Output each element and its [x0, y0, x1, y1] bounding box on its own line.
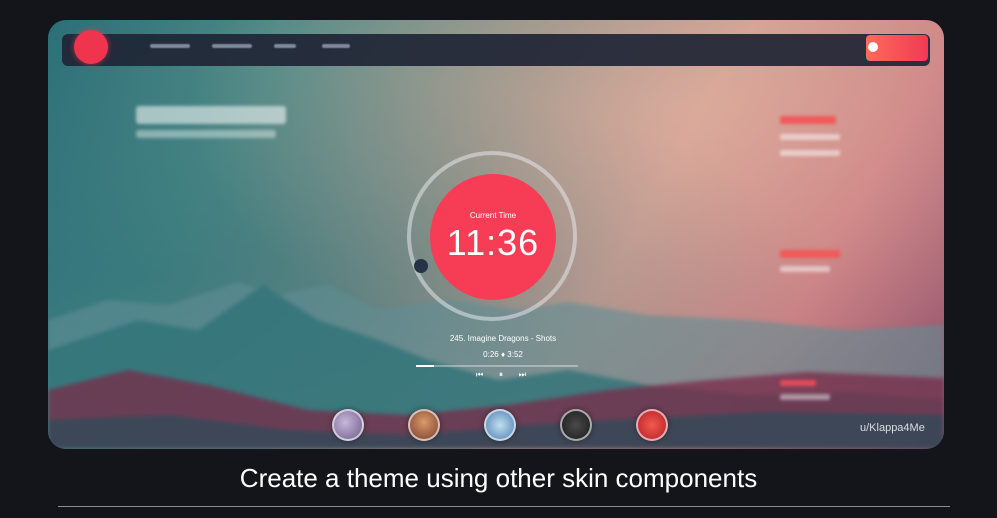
side-heading-blur	[780, 250, 840, 258]
side-panel-upper	[780, 116, 840, 156]
side-row-blur	[780, 134, 840, 140]
nav-link-3[interactable]	[274, 44, 296, 48]
nav-link-1[interactable]	[150, 44, 190, 48]
author-watermark: u/Klappa4Me	[860, 422, 925, 434]
clock-label: Current Time	[469, 211, 517, 220]
clock-face: Current Time 11:36	[430, 174, 556, 300]
side-panel-lower	[780, 380, 830, 400]
side-heading-blur	[780, 380, 816, 386]
nav-link-4[interactable]	[322, 44, 350, 48]
theme-preview: Current Time 11:36 245. Imagine Dragons …	[48, 20, 944, 449]
elapsed-time: 0:26	[483, 350, 499, 359]
track-progress-fill	[416, 365, 434, 367]
side-row-blur	[780, 266, 830, 272]
side-heading-blur	[780, 116, 836, 124]
weather-widget	[136, 106, 286, 138]
track-progress-bar[interactable]	[416, 365, 578, 367]
dock-app-icon-1[interactable]	[332, 409, 364, 441]
side-row-blur	[780, 150, 840, 156]
dock-app-icon-5[interactable]	[636, 409, 668, 441]
dock-app-icon-2[interactable]	[408, 409, 440, 441]
nav-link-2[interactable]	[212, 44, 252, 48]
previous-icon[interactable]: ⏮	[476, 370, 483, 380]
weather-title-blur	[136, 106, 286, 124]
side-row-blur	[780, 394, 830, 400]
diamond-icon: ♦	[500, 350, 506, 359]
track-time: 0:26 ♦ 3:52	[428, 350, 578, 359]
clock-drag-handle[interactable]	[414, 259, 428, 273]
logo-icon[interactable]	[74, 30, 108, 64]
next-icon[interactable]: ⏭	[519, 370, 526, 380]
caption-divider	[58, 506, 950, 507]
weather-subtitle-blur	[136, 130, 276, 138]
toggle-knob-icon	[868, 42, 878, 52]
side-panel-middle	[780, 250, 840, 272]
clock-time: 11:36	[446, 222, 540, 263]
duration-time: 3:52	[507, 350, 523, 359]
pause-icon[interactable]: ⏸	[499, 370, 503, 380]
track-title: 245. Imagine Dragons - Shots	[449, 334, 557, 343]
caption-text: Create a theme using other skin componen…	[239, 463, 758, 493]
dock-app-icon-3[interactable]	[484, 409, 516, 441]
top-navbar	[62, 34, 930, 66]
player-controls: ⏮ ⏸ ⏭	[476, 370, 526, 380]
dock-app-icon-4[interactable]	[560, 409, 592, 441]
